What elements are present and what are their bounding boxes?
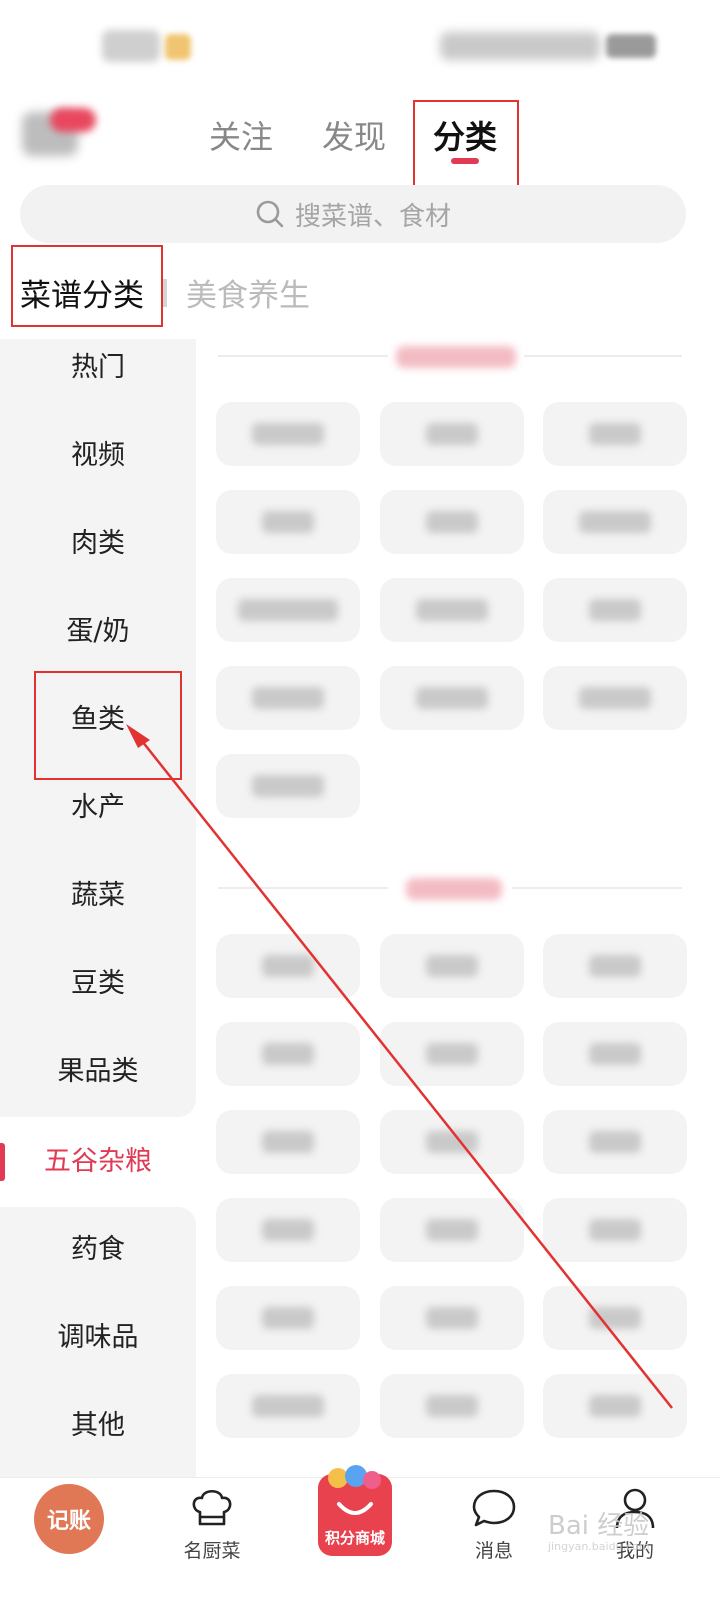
recipe-tag[interactable] [380, 1286, 524, 1350]
recipe-tag[interactable] [216, 1286, 360, 1350]
recipe-tag[interactable] [380, 402, 524, 466]
category-separator [163, 279, 167, 307]
recipe-tag[interactable] [216, 1110, 360, 1174]
section-title-blurred [396, 346, 516, 368]
sidebar-item-beans[interactable]: 豆类 [0, 940, 196, 1028]
recipe-tag[interactable] [380, 578, 524, 642]
section-title-blurred [406, 878, 502, 900]
recipe-tag[interactable] [543, 934, 687, 998]
recipe-tag[interactable] [543, 1198, 687, 1262]
sidebar-item-seasoning[interactable]: 调味品 [0, 1294, 196, 1382]
section-divider [512, 887, 682, 889]
recipe-tag[interactable] [543, 1022, 687, 1086]
battery-icon [606, 34, 656, 58]
recipe-tag[interactable] [380, 1022, 524, 1086]
recipe-tag[interactable] [543, 1110, 687, 1174]
points-mall-button[interactable]: 积分商城 [318, 1465, 392, 1556]
ledger-button[interactable]: 记账 [34, 1484, 104, 1554]
status-notification-icon [165, 34, 191, 60]
points-mall-label: 积分商城 [324, 1529, 385, 1547]
sidebar-item-medicinal[interactable]: 药食 [0, 1206, 196, 1294]
sidebar-item-egg-milk[interactable]: 蛋/奶 [0, 588, 196, 676]
recipe-tag[interactable] [380, 1110, 524, 1174]
recipe-tag[interactable] [543, 1286, 687, 1350]
recipe-tag[interactable] [543, 666, 687, 730]
tab-discover[interactable]: 发现 [318, 112, 390, 162]
recipe-tag[interactable] [216, 666, 360, 730]
recipe-tag[interactable] [216, 1022, 360, 1086]
search-placeholder: 搜菜谱、食材 [294, 201, 451, 232]
chef-hat-icon [192, 1489, 232, 1526]
sidebar-item-other[interactable]: 其他 [0, 1382, 196, 1470]
recipe-tag[interactable] [380, 1374, 524, 1438]
recipe-tag[interactable] [216, 1198, 360, 1262]
recipe-tag[interactable] [543, 490, 687, 554]
search-input[interactable]: 搜菜谱、食材 [20, 185, 686, 243]
sidebar-active-indicator [0, 1143, 5, 1181]
annotation-box-recipe-category [11, 245, 163, 327]
status-bar [0, 0, 720, 90]
section-divider [524, 355, 682, 357]
sidebar-item-vegetables[interactable]: 蔬菜 [0, 852, 196, 940]
sidebar-item-hot[interactable]: 热门 [0, 324, 196, 412]
recipe-tag[interactable] [543, 402, 687, 466]
avatar-badge [50, 108, 96, 132]
app-screen: 关注 发现 分类 搜菜谱、食材 菜谱分类 美食养生 热门 视频 肉类 蛋/奶 鱼… [0, 0, 720, 1600]
sidebar-item-fruits[interactable]: 果品类 [0, 1028, 196, 1116]
nav-messages[interactable]: 消息 [439, 1484, 549, 1596]
section-divider [218, 887, 388, 889]
balloons-icon [328, 1465, 381, 1489]
nav-messages-label: 消息 [474, 1540, 513, 1562]
annotation-box-fish [34, 671, 182, 780]
watermark-brand: Bai 经验 [548, 1511, 650, 1541]
annotation-box-tab [413, 100, 519, 187]
sidebar-item-video[interactable]: 视频 [0, 412, 196, 500]
tab-follow[interactable]: 关注 [205, 112, 277, 162]
recipe-tag[interactable] [216, 934, 360, 998]
watermark-url: jingyan.baidu.com [548, 1539, 650, 1553]
recipe-tag[interactable] [380, 666, 524, 730]
recipe-tag[interactable] [380, 934, 524, 998]
recipe-tag[interactable] [543, 1374, 687, 1438]
search-icon [256, 200, 284, 228]
shopping-bag-icon [337, 1502, 373, 1515]
baidu-jingyan-watermark: Bai 经验 jingyan.baidu.com [548, 1512, 718, 1600]
recipe-tag[interactable] [216, 490, 360, 554]
recipe-tag[interactable] [216, 754, 360, 818]
health-food-tab[interactable]: 美食养生 [186, 270, 310, 315]
recipe-tag[interactable] [543, 578, 687, 642]
recipe-tag[interactable] [216, 578, 360, 642]
recipe-tag[interactable] [216, 1374, 360, 1438]
sidebar-item-meat[interactable]: 肉类 [0, 500, 196, 588]
status-signal-icons [440, 32, 600, 60]
recipe-tag[interactable] [216, 402, 360, 466]
nav-chef[interactable]: 名厨菜 [157, 1484, 267, 1596]
status-time-blurred [102, 30, 160, 62]
sidebar-item-grains[interactable]: 五谷杂粮 [0, 1118, 196, 1206]
recipe-tag[interactable] [380, 1198, 524, 1262]
recipe-tag[interactable] [380, 490, 524, 554]
nav-chef-label: 名厨菜 [183, 1540, 241, 1562]
chat-bubble-icon [472, 1489, 516, 1527]
section-divider [218, 355, 388, 357]
